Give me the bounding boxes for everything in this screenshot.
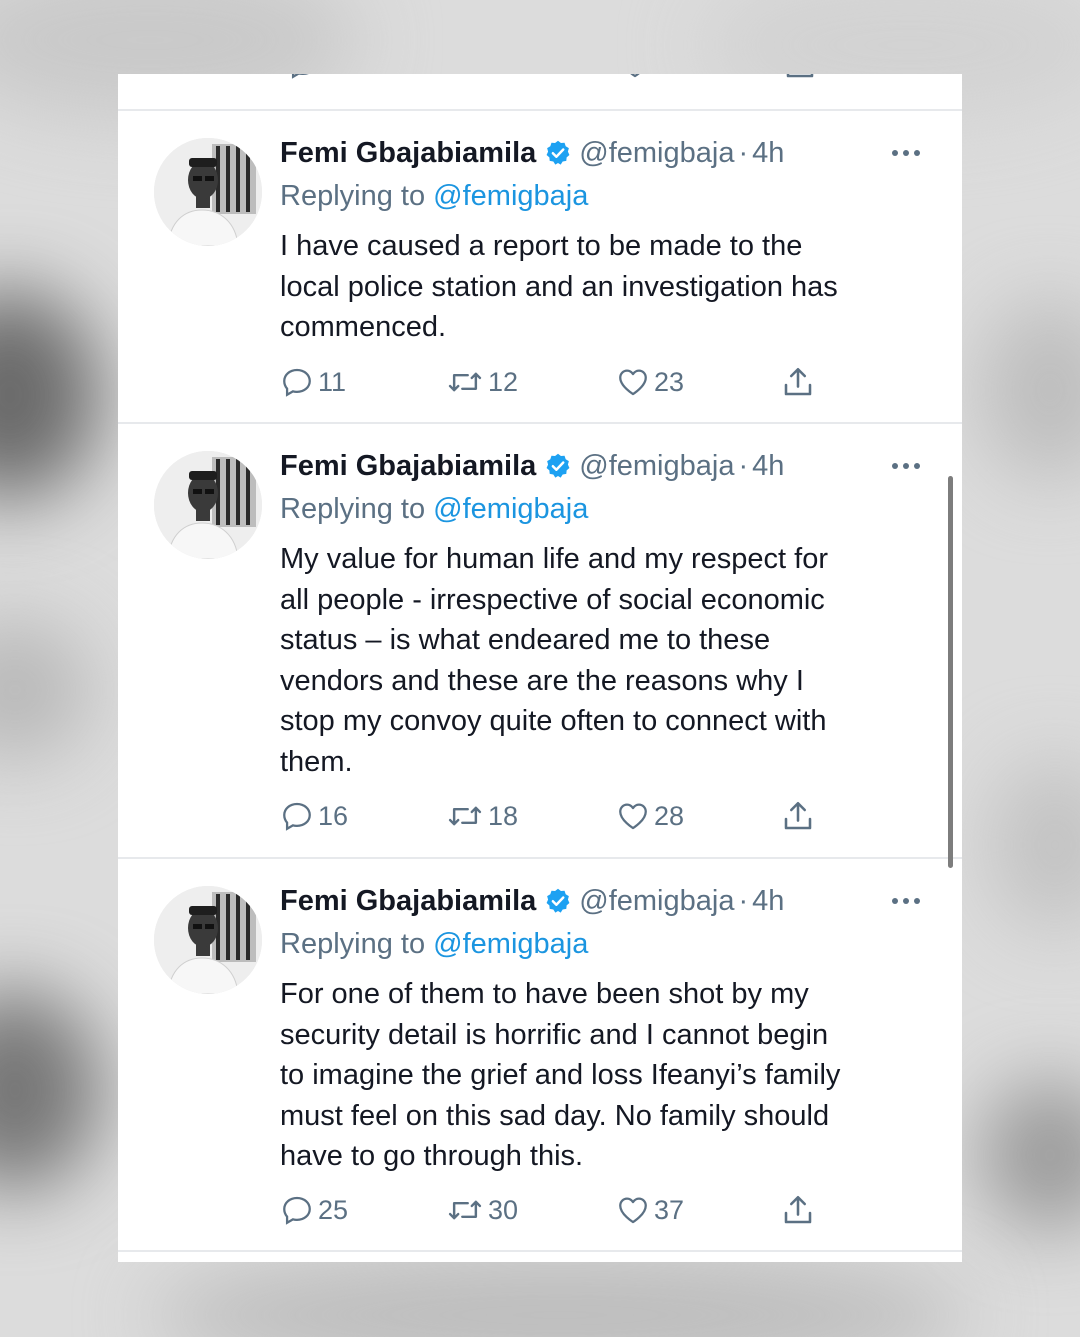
like-count: 37 — [654, 1194, 685, 1225]
separator-dot: · — [738, 137, 749, 169]
share-icon — [784, 801, 812, 830]
timestamp[interactable]: 4h — [752, 133, 784, 173]
author-name[interactable]: Femi Gbajabiamila — [280, 133, 536, 173]
like-count: 40 — [656, 74, 686, 80]
heart-icon — [630, 74, 640, 78]
share-button[interactable] — [782, 74, 818, 84]
verified-badge-icon — [544, 139, 572, 167]
share-button[interactable] — [780, 1190, 816, 1230]
timestamp[interactable]: 4h — [752, 881, 784, 921]
replying-to-mention[interactable]: @femigbaja — [433, 493, 588, 525]
retweet-icon — [448, 806, 482, 826]
replying-to-mention[interactable]: @femigbaja — [433, 180, 588, 212]
retweet-button[interactable]: 80 — [448, 74, 520, 84]
reply-bubble-icon — [283, 802, 311, 831]
retweet-count: 12 — [488, 366, 519, 397]
like-button[interactable]: 37 — [616, 1190, 684, 1230]
retweet-count: 18 — [488, 800, 519, 831]
verified-badge-icon — [544, 887, 572, 915]
author-name[interactable]: Femi Gbajabiamila — [280, 881, 536, 921]
reply-button[interactable]: 11 — [280, 362, 346, 402]
author-name[interactable]: Femi Gbajabiamila — [280, 446, 536, 486]
tweet-actions: 11 12 23 — [280, 362, 840, 402]
avatar[interactable] — [154, 138, 262, 246]
reply-bubble-icon — [283, 1196, 311, 1225]
share-button[interactable] — [780, 796, 816, 836]
divider — [118, 1250, 962, 1252]
avatar[interactable] — [154, 886, 262, 994]
retweet-count: 80 — [490, 74, 520, 80]
more-options-icon[interactable] — [888, 889, 924, 913]
tweet[interactable]: Femi Gbajabiamila @femigbaja · 4h Replyi… — [118, 424, 962, 856]
separator-dot: · — [738, 450, 749, 482]
tweet-header: Femi Gbajabiamila @femigbaja · 4h — [280, 446, 920, 486]
tweet[interactable]: Femi Gbajabiamila @femigbaja · 4h Replyi… — [118, 111, 962, 423]
replying-to-label: Replying to — [280, 493, 426, 525]
timestamp[interactable]: 4h — [752, 446, 784, 486]
scrollbar[interactable] — [948, 476, 953, 868]
heart-icon — [619, 369, 647, 396]
like-button[interactable]: 23 — [616, 362, 684, 402]
author-handle[interactable]: @femigbaja — [579, 133, 734, 173]
replying-to-line: Replying to @femigbaja — [280, 924, 588, 964]
heart-icon — [619, 1197, 647, 1224]
tweet-text: For one of them to have been shot by my … — [280, 978, 841, 1173]
retweet-icon — [448, 1200, 482, 1220]
tweet-header: Femi Gbajabiamila @femigbaja · 4h — [280, 133, 920, 173]
reply-count: 40 — [324, 74, 354, 80]
reply-button[interactable]: 25 — [280, 1190, 348, 1230]
replying-to-line: Replying to @femigbaja — [280, 176, 588, 216]
replying-to-label: Replying to — [280, 180, 426, 212]
share-icon — [786, 74, 814, 78]
tweet-text: My value for human life and my respect f… — [280, 543, 829, 778]
retweet-button[interactable]: 30 — [446, 1190, 518, 1230]
author-handle[interactable]: @femigbaja — [579, 881, 734, 921]
more-options-icon[interactable] — [888, 454, 924, 478]
reply-bubble-icon — [283, 368, 311, 397]
heart-icon — [619, 803, 647, 830]
like-count: 23 — [654, 366, 685, 397]
retweet-icon — [448, 74, 486, 81]
reply-bubble-icon — [291, 74, 309, 79]
share-icon — [784, 367, 812, 396]
tweet-actions: 16 18 28 — [280, 796, 840, 836]
tweet-header: Femi Gbajabiamila @femigbaja · 4h — [280, 881, 920, 921]
like-button[interactable]: 28 — [616, 796, 684, 836]
share-icon — [784, 1195, 812, 1224]
reply-count: 25 — [318, 1194, 349, 1225]
retweet-icon — [448, 372, 482, 392]
tweet-text: I have caused a report to be made to the… — [280, 230, 838, 344]
more-options-icon[interactable] — [888, 141, 924, 165]
retweet-count: 30 — [488, 1194, 519, 1225]
reply-button[interactable]: 40 — [286, 74, 354, 84]
avatar[interactable] — [154, 451, 262, 559]
author-handle[interactable]: @femigbaja — [579, 446, 734, 486]
like-button[interactable]: 40 — [618, 74, 686, 84]
tweet-thread-panel: 40 80 40 — [118, 74, 962, 1262]
tweet[interactable]: Femi Gbajabiamila @femigbaja · 4h Replyi… — [118, 859, 962, 1251]
tweet-actions: 25 30 37 — [280, 1190, 840, 1230]
replying-to-line: Replying to @femigbaja — [280, 489, 588, 529]
reply-count: 11 — [318, 366, 347, 397]
retweet-button[interactable]: 18 — [446, 796, 518, 836]
reply-count: 16 — [318, 800, 349, 831]
separator-dot: · — [738, 885, 749, 917]
previous-tweet-actions: 40 80 40 — [118, 74, 962, 94]
replying-to-label: Replying to — [280, 928, 426, 960]
verified-badge-icon — [544, 452, 572, 480]
retweet-button[interactable]: 12 — [446, 362, 518, 402]
reply-button[interactable]: 16 — [280, 796, 348, 836]
share-button[interactable] — [780, 362, 816, 402]
replying-to-mention[interactable]: @femigbaja — [433, 928, 588, 960]
like-count: 28 — [654, 800, 685, 831]
